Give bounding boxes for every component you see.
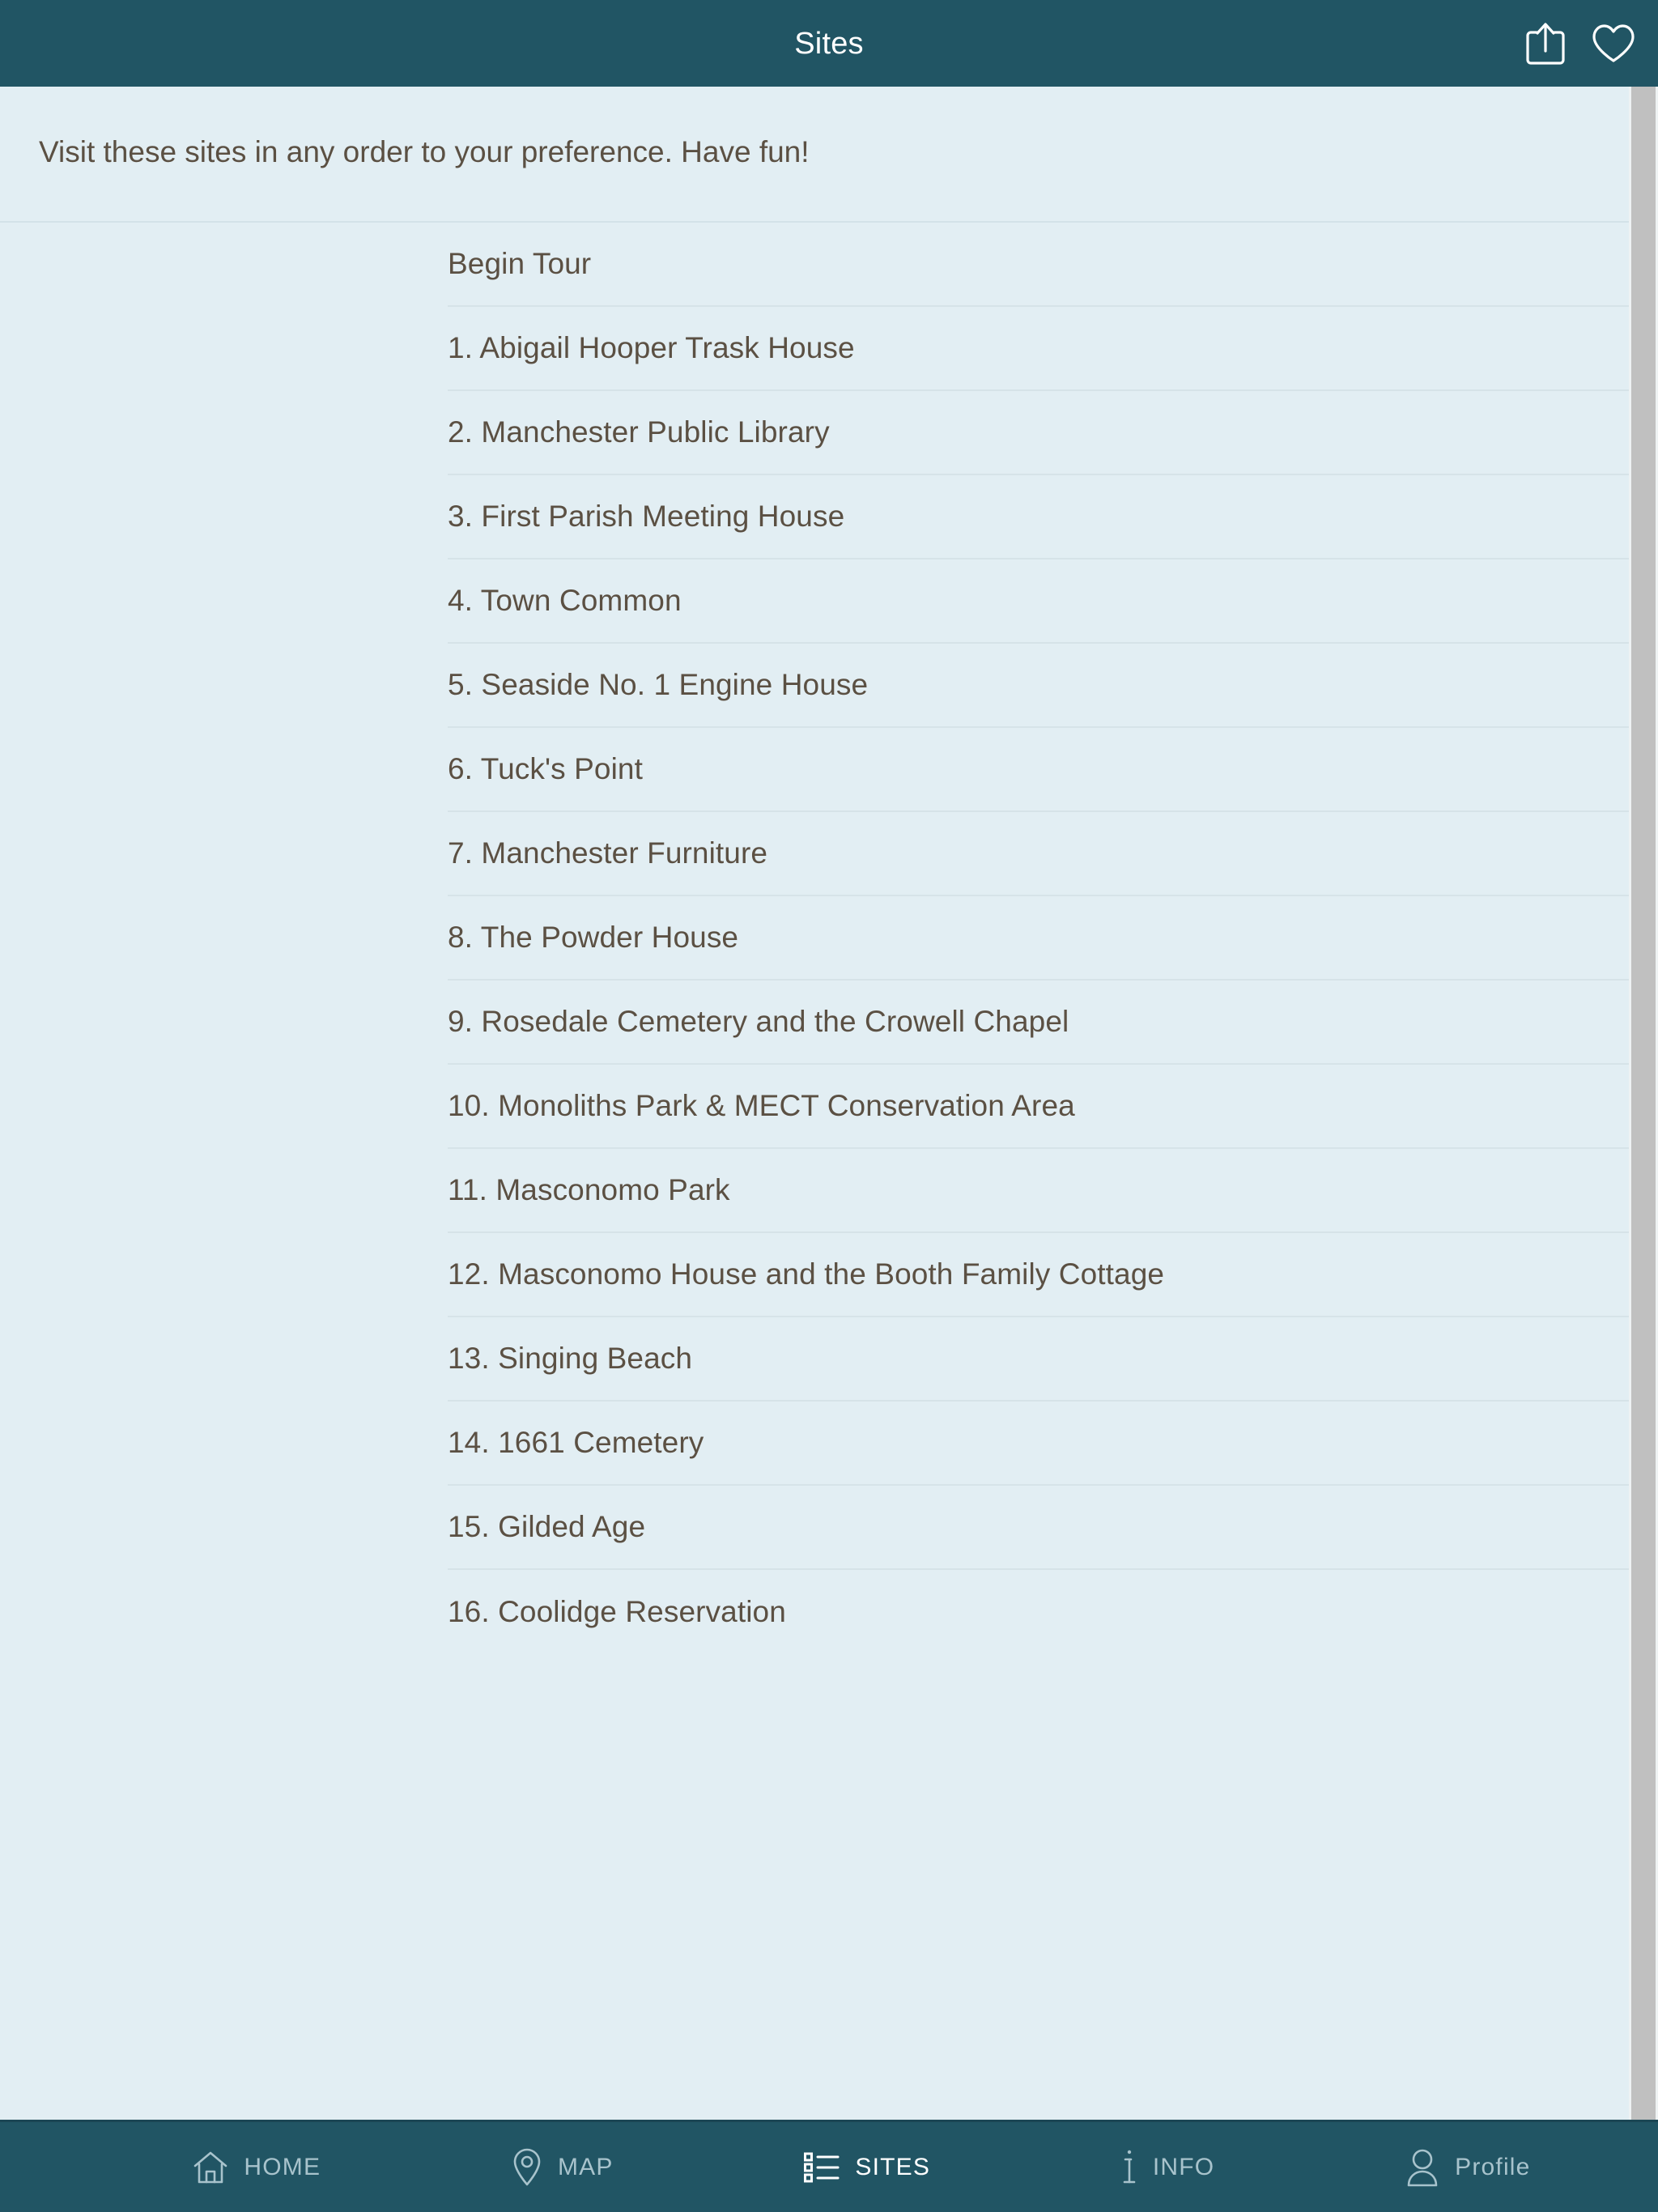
list-icon xyxy=(803,2150,840,2184)
list-item-label: 9. Rosedale Cemetery and the Crowell Cha… xyxy=(448,1005,1069,1039)
info-icon xyxy=(1120,2148,1138,2187)
tab-map[interactable]: MAP xyxy=(511,2148,614,2187)
tab-home[interactable]: HOME xyxy=(192,2149,321,2186)
map-pin-icon xyxy=(511,2148,543,2187)
list-item-label: 5. Seaside No. 1 Engine House xyxy=(448,668,869,702)
list-item[interactable]: 4. Town Common xyxy=(448,559,1629,644)
list-item-label: 8. The Powder House xyxy=(448,921,739,955)
list-item[interactable]: 11. Masconomo Park xyxy=(448,1149,1629,1233)
home-icon xyxy=(192,2149,229,2186)
app-header: Sites xyxy=(0,0,1658,87)
list-item[interactable]: 5. Seaside No. 1 Engine House xyxy=(448,644,1629,728)
list-item-label: 7. Manchester Furniture xyxy=(448,836,768,870)
list-item[interactable]: 8. The Powder House xyxy=(448,896,1629,981)
intro-text: Visit these sites in any order to your p… xyxy=(39,135,810,168)
page-title: Sites xyxy=(794,26,864,61)
list-item[interactable]: 2. Manchester Public Library xyxy=(448,391,1629,475)
bottom-tab-bar: HOME MAP SITES INFO Profile xyxy=(0,2120,1658,2212)
intro-section: Visit these sites in any order to your p… xyxy=(0,87,1629,223)
list-item[interactable]: 9. Rosedale Cemetery and the Crowell Cha… xyxy=(448,981,1629,1065)
tab-sites[interactable]: SITES xyxy=(803,2150,930,2184)
tab-sites-label: SITES xyxy=(855,2153,931,2180)
sites-list-wrapper: Begin Tour 1. Abigail Hooper Trask House… xyxy=(0,223,1629,1654)
begin-tour-row[interactable]: Begin Tour xyxy=(448,223,1629,307)
list-item[interactable]: 16. Coolidge Reservation xyxy=(448,1570,1629,1654)
tab-info-label: INFO xyxy=(1152,2153,1215,2180)
list-item-label: 16. Coolidge Reservation xyxy=(448,1595,786,1629)
tab-profile[interactable]: Profile xyxy=(1405,2148,1530,2187)
list-item[interactable]: 6. Tuck's Point xyxy=(448,728,1629,812)
list-item[interactable]: 1. Abigail Hooper Trask House xyxy=(448,307,1629,391)
share-icon[interactable] xyxy=(1522,20,1569,67)
list-item[interactable]: 3. First Parish Meeting House xyxy=(448,475,1629,559)
heart-icon[interactable] xyxy=(1590,20,1637,67)
list-item[interactable]: 10. Monoliths Park & MECT Conservation A… xyxy=(448,1065,1629,1149)
list-item-label: 4. Town Common xyxy=(448,584,682,618)
tab-map-label: MAP xyxy=(557,2153,614,2180)
begin-tour-label: Begin Tour xyxy=(448,247,592,281)
list-item[interactable]: 15. Gilded Age xyxy=(448,1486,1629,1570)
tab-info[interactable]: INFO xyxy=(1120,2148,1214,2187)
list-item[interactable]: 14. 1661 Cemetery xyxy=(448,1402,1629,1486)
list-item[interactable]: 7. Manchester Furniture xyxy=(448,812,1629,896)
list-item[interactable]: 13. Singing Beach xyxy=(448,1317,1629,1402)
list-item-label: 14. 1661 Cemetery xyxy=(448,1426,704,1460)
person-icon xyxy=(1405,2148,1440,2187)
list-item-label: 6. Tuck's Point xyxy=(448,752,643,786)
list-item-label: 10. Monoliths Park & MECT Conservation A… xyxy=(448,1089,1075,1123)
list-item-label: 12. Masconomo House and the Booth Family… xyxy=(448,1257,1165,1291)
tab-profile-label: Profile xyxy=(1455,2153,1531,2180)
scrollbar-thumb[interactable] xyxy=(1631,87,1656,2120)
list-item-label: 15. Gilded Age xyxy=(448,1510,646,1544)
list-item[interactable]: 12. Masconomo House and the Booth Family… xyxy=(448,1233,1629,1317)
app-root: Sites Visit these sites in any order to … xyxy=(0,0,1658,2212)
sites-list: Begin Tour 1. Abigail Hooper Trask House… xyxy=(448,223,1629,1654)
list-item-label: 3. First Parish Meeting House xyxy=(448,500,845,534)
list-item-label: 13. Singing Beach xyxy=(448,1342,693,1376)
scrollbar[interactable] xyxy=(1629,87,1658,2120)
header-actions xyxy=(1522,0,1637,87)
list-item-label: 1. Abigail Hooper Trask House xyxy=(448,331,855,365)
list-item-label: 11. Masconomo Park xyxy=(448,1173,730,1207)
list-item-label: 2. Manchester Public Library xyxy=(448,415,830,449)
tab-home-label: HOME xyxy=(244,2153,321,2180)
content-scroll-area[interactable]: Visit these sites in any order to your p… xyxy=(0,87,1658,2120)
